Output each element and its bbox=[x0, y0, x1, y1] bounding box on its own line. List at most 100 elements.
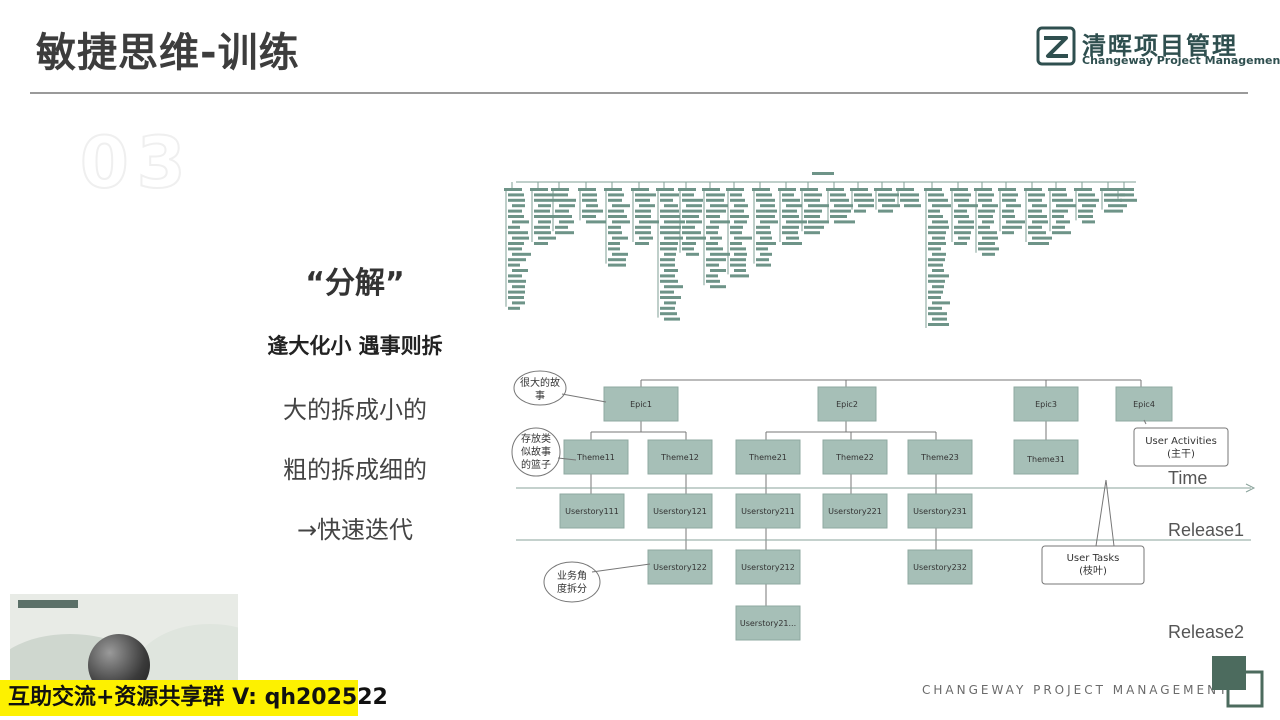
mindmap-node bbox=[664, 220, 685, 224]
mindmap-node bbox=[782, 215, 799, 218]
mindmap-node bbox=[756, 198, 775, 202]
callout-big-story: 很大的故 事 bbox=[513, 370, 607, 406]
mindmap-node bbox=[1028, 209, 1042, 213]
mindmap-node bbox=[710, 236, 722, 240]
mindmap-node bbox=[664, 269, 678, 272]
mindmap-node bbox=[608, 209, 624, 213]
svg-text:的篮子: 的篮子 bbox=[521, 458, 551, 471]
mindmap-node bbox=[635, 231, 651, 235]
mindmap-node bbox=[710, 285, 726, 289]
mindmap-node bbox=[734, 236, 752, 240]
mindmap-node bbox=[808, 204, 829, 208]
mindmap-node bbox=[978, 198, 992, 202]
mindmap-node bbox=[730, 209, 744, 213]
mindmap-node bbox=[612, 236, 628, 240]
mindmap-node bbox=[730, 263, 746, 267]
mindmap-node bbox=[706, 231, 718, 235]
mindmap-node bbox=[664, 317, 680, 321]
mindmap-node bbox=[538, 220, 551, 224]
svg-text:Epic4: Epic4 bbox=[1133, 400, 1155, 409]
mindmap-node bbox=[928, 279, 945, 283]
mindmap-node bbox=[752, 188, 770, 191]
mindmap-node bbox=[830, 193, 846, 197]
mindmap-node bbox=[730, 198, 745, 202]
mindmap-node bbox=[582, 209, 603, 213]
mindmap-node bbox=[582, 215, 596, 218]
mindmap-node bbox=[932, 317, 947, 321]
mindmap-node bbox=[555, 215, 572, 218]
mindmap-node bbox=[604, 188, 622, 191]
mindmap-node bbox=[1104, 209, 1123, 213]
mindmap-node bbox=[660, 247, 677, 251]
mindmap-node bbox=[928, 290, 943, 294]
epic-card: Epic3 bbox=[1013, 386, 1079, 422]
mindmap-node bbox=[660, 231, 680, 235]
mindmap-node bbox=[932, 301, 950, 305]
mindmap-node bbox=[538, 204, 551, 208]
mindmap-node bbox=[508, 209, 522, 213]
mindmap-node bbox=[882, 204, 900, 208]
theme-card: Theme23 bbox=[907, 439, 973, 475]
mindmap-node bbox=[958, 236, 970, 240]
svg-text:Theme11: Theme11 bbox=[576, 453, 615, 462]
svg-text:Userstory231: Userstory231 bbox=[913, 507, 967, 516]
mindmap-node bbox=[512, 252, 531, 256]
user-story-card: Userstory221 bbox=[822, 493, 888, 529]
mindmap-node bbox=[660, 296, 681, 299]
svg-text:User Tasks: User Tasks bbox=[1067, 553, 1120, 564]
mindmap-node bbox=[1048, 188, 1066, 191]
mindmap-node bbox=[756, 263, 771, 267]
svg-text:Userstory232: Userstory232 bbox=[913, 563, 967, 572]
mindmap-node bbox=[834, 204, 853, 208]
mindmap-node bbox=[756, 225, 770, 229]
mindmap-node bbox=[1028, 193, 1045, 197]
mindmap-node bbox=[858, 204, 874, 208]
mindmap-node bbox=[578, 188, 596, 191]
release1-label: Release1 bbox=[1168, 520, 1244, 540]
mindmap-node bbox=[756, 215, 775, 218]
svg-text:User Activities: User Activities bbox=[1145, 436, 1217, 447]
user-story-card: Userstory121 bbox=[647, 493, 713, 529]
svg-text:业务角: 业务角 bbox=[557, 569, 587, 582]
mindmap-node bbox=[1002, 209, 1014, 213]
mindmap-node bbox=[928, 274, 949, 278]
svg-text:很大的故: 很大的故 bbox=[520, 376, 560, 389]
svg-text:Userstory122: Userstory122 bbox=[653, 563, 707, 572]
mindmap-node bbox=[804, 231, 820, 235]
mindmap-node bbox=[508, 274, 522, 278]
mindmap-node bbox=[928, 209, 940, 213]
footer-brand: CHANGEWAY PROJECT MANAGEMENT bbox=[922, 683, 1230, 697]
mindmap-node bbox=[756, 247, 768, 251]
mindmap-node bbox=[950, 188, 968, 191]
mindmap-node bbox=[1002, 198, 1016, 202]
mindmap-node bbox=[686, 236, 706, 240]
mindmap-node bbox=[664, 204, 678, 208]
mindmap-node bbox=[1052, 198, 1073, 202]
mindmap-node bbox=[1078, 215, 1093, 218]
mindmap-node bbox=[782, 209, 797, 213]
mindmap-node bbox=[982, 252, 995, 256]
mindmap-node bbox=[608, 198, 622, 202]
mindmap-node bbox=[756, 231, 771, 235]
mindmap-node bbox=[830, 209, 851, 213]
mindmap-node bbox=[508, 290, 525, 294]
mindmap-node bbox=[1002, 231, 1014, 235]
mindmap-node bbox=[928, 242, 946, 245]
mindmap-node bbox=[706, 225, 719, 229]
mindmap-node bbox=[730, 274, 749, 278]
mindmap-node bbox=[660, 193, 679, 197]
mindmap-node bbox=[534, 215, 555, 218]
user-story-card: Userstory232 bbox=[907, 549, 973, 585]
mindmap-node bbox=[512, 220, 529, 224]
mindmap-node bbox=[734, 269, 746, 272]
mindmap-node bbox=[686, 204, 702, 208]
svg-text:Theme31: Theme31 bbox=[1026, 455, 1065, 464]
mindmap-node bbox=[664, 252, 676, 256]
mindmap-node bbox=[1052, 231, 1071, 235]
mindmap-node bbox=[631, 188, 649, 191]
mindmap-node bbox=[900, 198, 919, 202]
mindmap-node bbox=[1002, 193, 1018, 197]
svg-text:存放类: 存放类 bbox=[521, 432, 551, 445]
mindmap-node bbox=[928, 193, 944, 197]
mindmap-node bbox=[928, 312, 947, 316]
